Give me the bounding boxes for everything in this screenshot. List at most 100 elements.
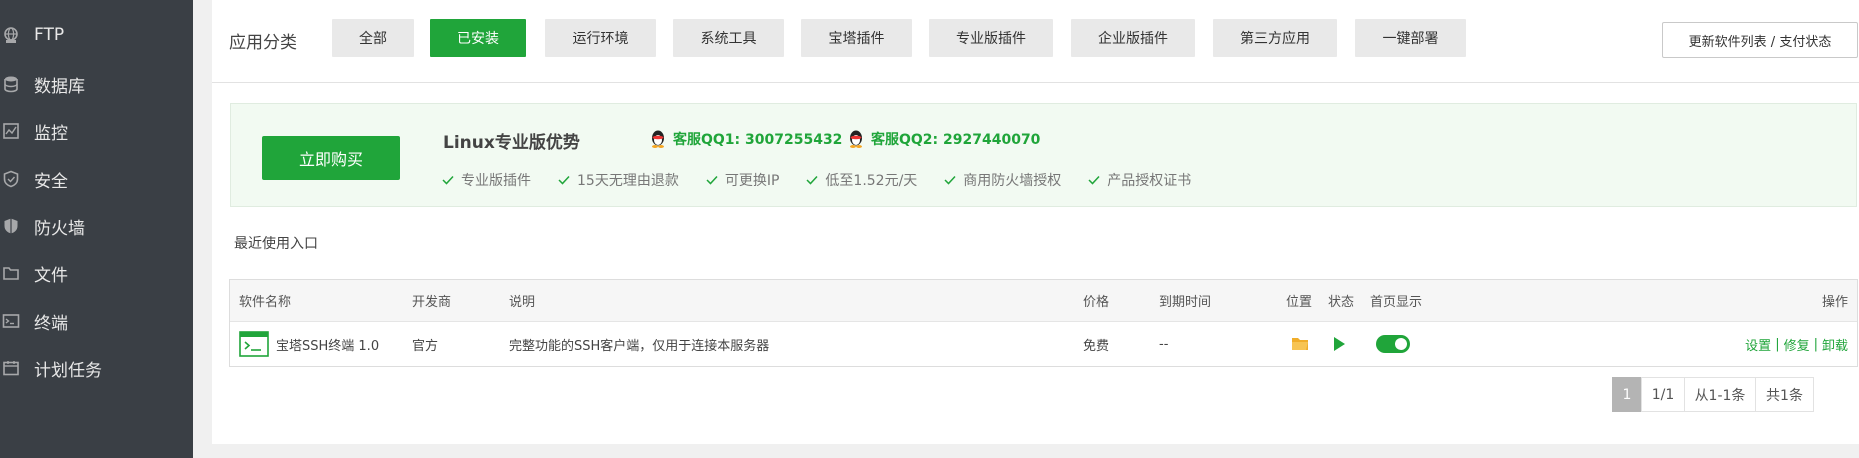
database-icon <box>0 73 22 95</box>
sidebar-item-cron[interactable]: 计划任务 <box>0 348 193 388</box>
settings-link[interactable]: 设置 <box>1745 335 1771 354</box>
check-icon <box>442 175 454 185</box>
homepage-display-toggle[interactable] <box>1376 322 1410 366</box>
header-status: 状态 <box>1328 295 1355 310</box>
sidebar-item-database[interactable]: 数据库 <box>0 64 193 104</box>
feature-label: 商用防火墙授权 <box>963 173 1062 189</box>
check-icon <box>1088 175 1100 185</box>
header-expiry: 到期时间 <box>1159 295 1212 310</box>
main-panel: 应用分类 全部 已安装 运行环境 系统工具 宝塔插件 专业版插件 企业版插件 第… <box>212 0 1859 444</box>
header-location: 位置 <box>1286 295 1313 310</box>
feature-label: 15天无理由退款 <box>577 173 679 189</box>
calendar-icon <box>0 357 22 379</box>
qq1-text: 客服QQ1: 3007255432 <box>673 132 843 148</box>
action-separator: | <box>1813 336 1818 352</box>
feature-item: 商用防火墙授权 <box>943 170 1061 190</box>
sidebar-item-label: 监控 <box>34 123 68 144</box>
feature-item: 专业版插件 <box>441 170 531 190</box>
description-cell: 完整功能的SSH客户端，仅用于连接本服务器 <box>509 338 770 354</box>
qq-penguin-icon <box>850 130 862 148</box>
page-current[interactable]: 1 <box>1612 377 1642 412</box>
check-icon <box>806 175 818 185</box>
table-header: 软件名称 开发商 说明 价格 到期时间 位置 状态 首页显示 操作 <box>230 280 1857 322</box>
sidebar-item-label: 计划任务 <box>34 360 102 381</box>
check-icon <box>706 175 718 185</box>
play-icon <box>1334 337 1345 351</box>
globe-icon <box>0 24 22 46</box>
row-actions: 设置 | 修复 | 卸载 <box>1745 322 1848 366</box>
recent-entry-label: 最近使用入口 <box>234 236 318 252</box>
qq-penguin-icon <box>652 130 664 148</box>
page-count: 1/1 <box>1641 377 1685 412</box>
feature-item: 可更换IP <box>705 170 780 190</box>
category-label: 应用分类 <box>229 33 297 53</box>
software-name: 宝塔SSH终端 1.0 <box>276 338 380 354</box>
qq2-text: 客服QQ2: 2927440070 <box>871 132 1041 148</box>
sidebar-item-terminal[interactable]: 终端 <box>0 301 193 341</box>
sidebar-item-label: FTP <box>34 25 65 45</box>
developer-cell: 官方 <box>412 338 439 354</box>
header-price: 价格 <box>1083 295 1110 310</box>
sidebar-item-label: 数据库 <box>34 76 85 97</box>
feature-item: 低至1.52元/天 <box>805 170 917 190</box>
tab-one-click-deploy[interactable]: 一键部署 <box>1355 19 1466 57</box>
feature-item: 15天无理由退款 <box>557 170 679 190</box>
check-icon <box>558 175 570 185</box>
price-cell: 免费 <box>1083 338 1110 354</box>
sidebar-item-ftp[interactable]: FTP <box>0 15 193 55</box>
feature-label: 产品授权证书 <box>1107 173 1192 189</box>
expiry-cell: -- <box>1159 336 1169 352</box>
category-bar: 应用分类 全部 已安装 运行环境 系统工具 宝塔插件 专业版插件 企业版插件 第… <box>212 0 1859 83</box>
refresh-software-list-button[interactable]: 更新软件列表 / 支付状态 <box>1662 22 1858 58</box>
check-icon <box>944 175 956 185</box>
pagination: 1 1/1 从1-1条 共1条 <box>1612 377 1814 412</box>
folder-icon <box>0 262 22 284</box>
repair-link[interactable]: 修复 <box>1784 335 1810 354</box>
sidebar-item-monitor[interactable]: 监控 <box>0 111 193 151</box>
header-actions: 操作 <box>1821 295 1848 310</box>
feature-label: 专业版插件 <box>461 173 531 189</box>
sidebar-item-label: 终端 <box>34 313 68 334</box>
sidebar-item-label: 安全 <box>34 171 68 192</box>
ssh-terminal-app-icon <box>239 331 269 357</box>
qq-support-2[interactable]: 客服QQ2: 2927440070 <box>847 129 1040 149</box>
uninstall-link[interactable]: 卸载 <box>1822 335 1848 354</box>
folder-icon <box>1292 338 1308 350</box>
status-running-button[interactable] <box>1334 322 1345 366</box>
tab-enterprise-plugins[interactable]: 企业版插件 <box>1071 19 1195 57</box>
promo-features: 专业版插件 15天无理由退款 可更换IP 低至1.52元/天 商用防火墙授权 产… <box>441 170 1217 190</box>
page-range: 从1-1条 <box>1684 377 1756 412</box>
tab-runtime[interactable]: 运行环境 <box>545 19 656 57</box>
software-name-cell[interactable]: 宝塔SSH终端 1.0 <box>239 322 379 366</box>
header-name: 软件名称 <box>239 295 292 310</box>
sidebar: FTP 数据库 监控 安全 防火墙 文件 终端 计划任务 <box>0 0 193 458</box>
tab-all[interactable]: 全部 <box>332 19 414 57</box>
feature-label: 低至1.52元/天 <box>825 173 918 189</box>
toggle-switch <box>1376 335 1410 353</box>
header-developer: 开发商 <box>412 295 452 310</box>
sidebar-item-firewall[interactable]: 防火墙 <box>0 206 193 246</box>
monitor-icon <box>0 120 22 142</box>
tab-bt-plugins[interactable]: 宝塔插件 <box>801 19 912 57</box>
sidebar-item-label: 文件 <box>34 265 68 286</box>
action-separator: | <box>1775 336 1780 352</box>
shield-icon <box>0 168 22 190</box>
qq-support-1[interactable]: 客服QQ1: 3007255432 <box>649 129 842 149</box>
pro-promo-banner: 立即购买 Linux专业版优势 客服QQ1: 3007255432 客服QQ2:… <box>230 103 1857 207</box>
open-folder-button[interactable] <box>1291 322 1309 366</box>
sidebar-item-security[interactable]: 安全 <box>0 159 193 199</box>
terminal-icon <box>0 310 22 332</box>
sidebar-item-label: 防火墙 <box>34 218 85 239</box>
promo-title: Linux专业版优势 <box>443 133 580 153</box>
firewall-icon <box>0 215 22 237</box>
sidebar-item-files[interactable]: 文件 <box>0 253 193 293</box>
tab-third-party[interactable]: 第三方应用 <box>1213 19 1337 57</box>
header-homepage: 首页显示 <box>1370 295 1423 310</box>
table-row: 宝塔SSH终端 1.0 官方 完整功能的SSH客户端，仅用于连接本服务器 免费 … <box>230 322 1857 366</box>
buy-now-button[interactable]: 立即购买 <box>262 136 400 180</box>
feature-label: 可更换IP <box>724 173 780 189</box>
tab-installed[interactable]: 已安装 <box>430 19 526 57</box>
tab-system-tools[interactable]: 系统工具 <box>673 19 784 57</box>
tab-pro-plugins[interactable]: 专业版插件 <box>929 19 1053 57</box>
page-total: 共1条 <box>1755 377 1814 412</box>
